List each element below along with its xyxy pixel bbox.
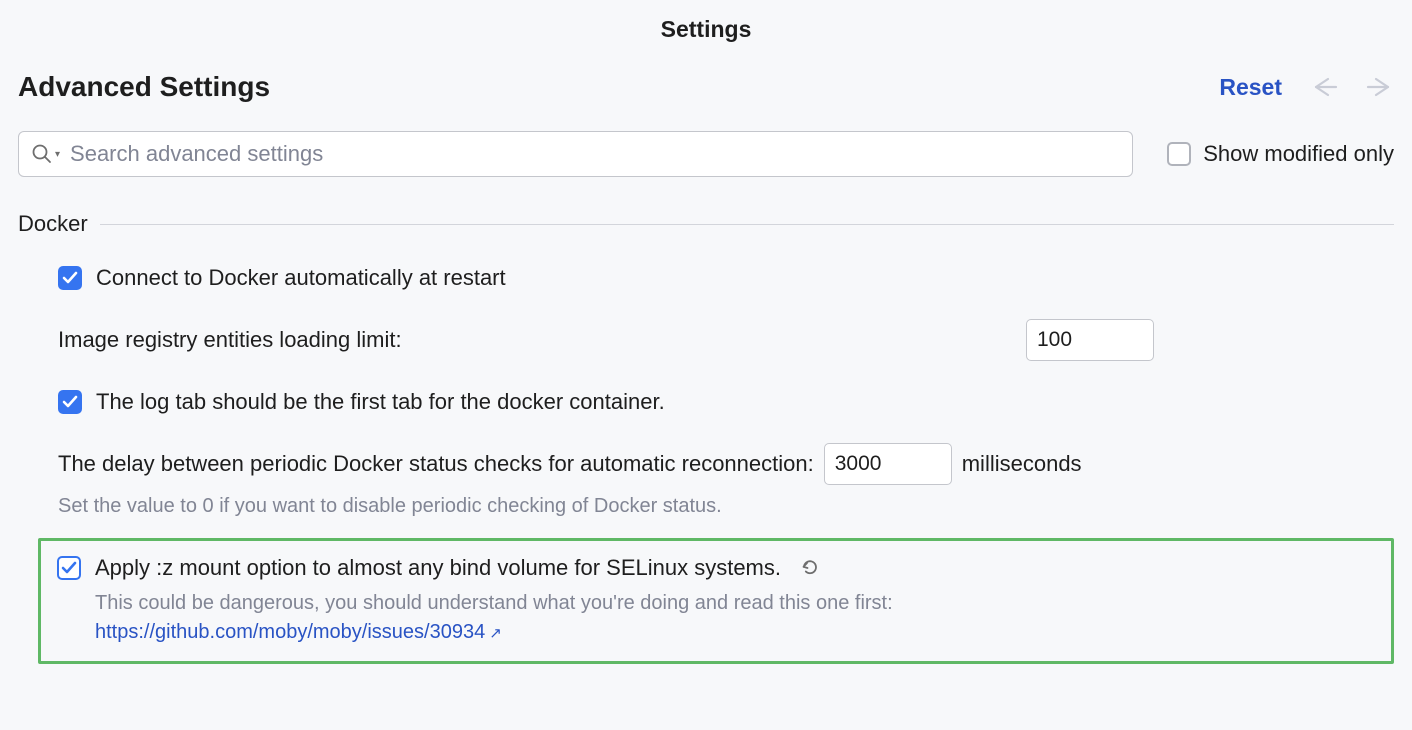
status-check-unit: milliseconds (962, 451, 1082, 477)
setting-selinux[interactable]: Apply :z mount option to almost any bind… (57, 555, 1375, 581)
auto-connect-label: Connect to Docker automatically at resta… (96, 265, 506, 291)
section-label: Docker (18, 211, 88, 237)
section-header-docker: Docker (18, 211, 1394, 237)
registry-limit-input[interactable] (1026, 319, 1154, 361)
selinux-label: Apply :z mount option to almost any bind… (95, 555, 781, 581)
setting-selinux-highlighted: Apply :z mount option to almost any bind… (38, 538, 1394, 664)
show-modified-label: Show modified only (1203, 141, 1394, 167)
setting-status-check: The delay between periodic Docker status… (58, 443, 1394, 485)
docker-settings: Connect to Docker automatically at resta… (18, 265, 1394, 664)
auto-connect-checkbox[interactable] (58, 266, 82, 290)
back-arrow-icon[interactable] (1310, 77, 1338, 97)
section-divider (100, 224, 1394, 225)
selinux-link[interactable]: https://github.com/moby/moby/issues/3093… (95, 621, 485, 643)
show-modified-checkbox[interactable] (1167, 142, 1191, 166)
undo-icon[interactable] (799, 557, 821, 579)
search-row: ▾ Show modified only (18, 131, 1394, 177)
status-check-label: The delay between periodic Docker status… (58, 451, 814, 477)
page-title: Advanced Settings (18, 71, 270, 103)
registry-limit-label: Image registry entities loading limit: (58, 327, 402, 353)
external-link-icon: ↗ (489, 625, 502, 642)
selinux-checkbox[interactable] (57, 556, 81, 580)
log-tab-label: The log tab should be the first tab for … (96, 389, 665, 415)
search-input[interactable] (66, 141, 1120, 167)
selinux-warning: This could be dangerous, you should unde… (95, 589, 1375, 647)
reset-button[interactable]: Reset (1219, 74, 1282, 101)
setting-log-tab-first[interactable]: The log tab should be the first tab for … (58, 389, 1394, 415)
status-check-input[interactable] (824, 443, 952, 485)
search-dropdown-icon[interactable]: ▾ (55, 149, 60, 160)
show-modified-only[interactable]: Show modified only (1167, 141, 1394, 167)
status-check-hint: Set the value to 0 if you want to disabl… (58, 495, 1394, 518)
search-icon (31, 143, 53, 165)
setting-registry-limit: Image registry entities loading limit: (58, 319, 1394, 361)
setting-auto-connect[interactable]: Connect to Docker automatically at resta… (58, 265, 1394, 291)
header-actions: Reset (1219, 74, 1394, 101)
log-tab-checkbox[interactable] (58, 390, 82, 414)
dialog-title: Settings (18, 0, 1394, 71)
forward-arrow-icon[interactable] (1366, 77, 1394, 97)
header-row: Advanced Settings Reset (18, 71, 1394, 103)
search-field-wrapper[interactable]: ▾ (18, 131, 1133, 177)
